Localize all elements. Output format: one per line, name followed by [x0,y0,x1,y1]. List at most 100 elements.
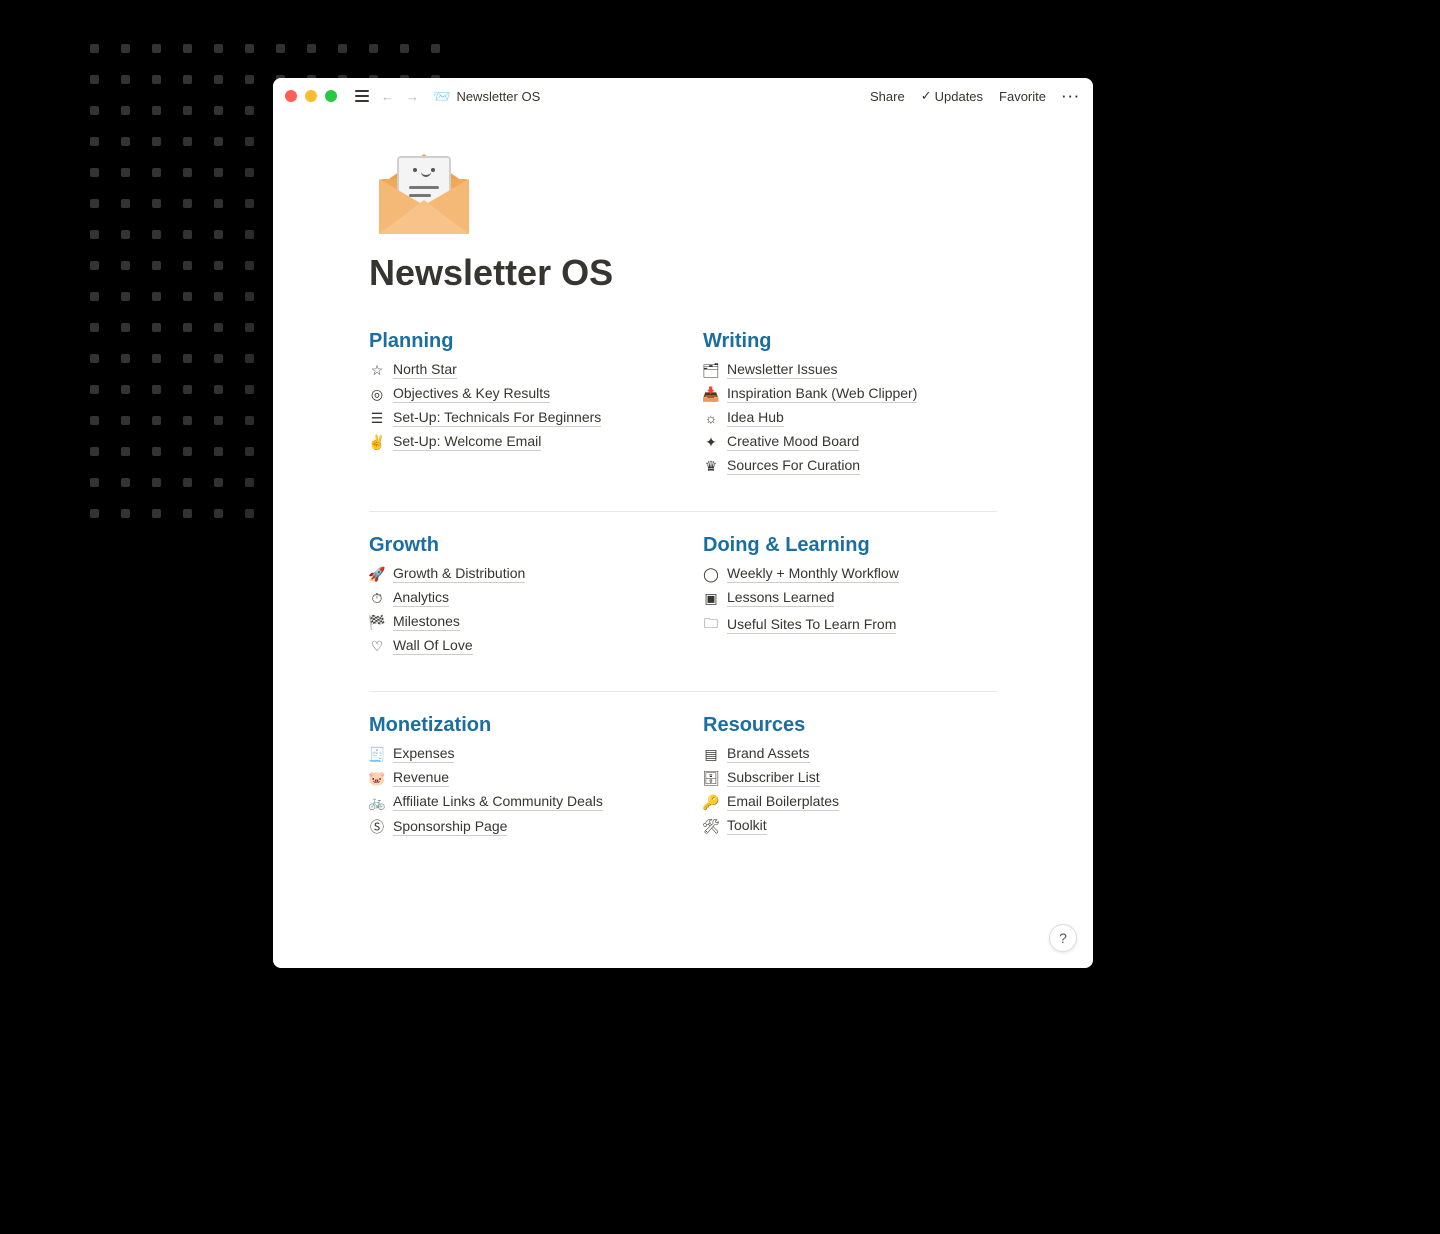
page-link[interactable]: ⏱ Analytics [369,589,663,607]
link-icon: ♡ [369,638,385,655]
maximize-window-button[interactable] [325,90,337,102]
link-label: Idea Hub [727,409,784,427]
link-icon: 🗂 [703,362,719,379]
page-link[interactable]: ✦ Creative Mood Board [703,433,997,451]
page-link[interactable]: 🗀Useful Sites To Learn From [703,613,997,637]
link-icon: ♛ [703,458,719,475]
link-label: Revenue [393,769,449,787]
link-icon: ⏱ [369,590,385,607]
link-icon: ✦ [703,434,719,451]
page-link[interactable]: 🐷 Revenue [369,769,663,787]
envelope-icon [369,134,479,244]
link-icon: 🛠 [703,818,719,835]
nav-forward-button[interactable]: → [404,89,421,104]
nav-back-button[interactable]: ← [379,89,396,104]
section-heading: Resources [703,714,997,737]
breadcrumb-title: Newsletter OS [456,89,540,104]
updates-button[interactable]: ✓ Updates [921,88,983,104]
link-label: Milestones [393,613,460,631]
link-label: Useful Sites To Learn From [727,616,896,634]
link-label: Sponsorship Page [393,818,507,836]
link-label: Brand Assets [727,745,810,763]
page-link[interactable]: 🔑 Email Boilerplates [703,793,997,811]
link-label: Analytics [393,589,449,607]
link-icon: 🏁 [369,614,385,631]
link-label: Set-Up: Welcome Email [393,433,541,451]
link-label: North Star [393,361,457,379]
section-heading: Planning [369,330,663,353]
page-link[interactable]: ▣ Lessons Learned [703,589,997,607]
page-link[interactable]: 🚀 Growth & Distribution [369,565,663,583]
app-window: ← → 📨 Newsletter OS Share ✓ Updates Favo… [273,78,1093,968]
link-icon: ◎ [369,386,385,403]
link-label: Expenses [393,745,454,763]
page-link[interactable]: 🏁 Milestones [369,613,663,631]
more-menu-icon[interactable]: ··· [1062,89,1081,104]
section-heading: Growth [369,534,663,557]
page-title: Newsletter OS [369,252,997,294]
link-label: Lessons Learned [727,589,834,607]
help-button[interactable]: ? [1049,924,1077,952]
favorite-button[interactable]: Favorite [999,89,1046,104]
topbar-actions: Share ✓ Updates Favorite ··· [870,88,1081,104]
page-content: Newsletter OS Planning ☆ North Star ◎ Objec… [273,114,1093,968]
section-planning: Planning ☆ North Star ◎ Objectives & Key Re… [369,330,663,475]
divider [369,511,997,512]
link-label: Weekly + Monthly Workflow [727,565,899,583]
breadcrumb[interactable]: 📨 Newsletter OS [433,88,540,105]
link-icon: 🔑 [703,794,719,811]
page-link[interactable]: 📥Inspiration Bank (Web Clipper) [703,385,997,403]
sections-grid: Planning ☆ North Star ◎ Objectives & Key Re… [369,330,997,859]
link-label: Objectives & Key Results [393,385,550,403]
page-link[interactable]: ☰ Set-Up: Technicals For Beginners [369,409,663,427]
link-icon: ◯ [703,566,719,583]
section-heading: Monetization [369,714,663,737]
page-link[interactable]: ☼Idea Hub [703,409,997,427]
page-link[interactable]: 🚲 Affiliate Links & Community Deals [369,793,663,811]
page-link[interactable]: 🛠 Toolkit [703,817,997,835]
link-icon: 🗄 [703,770,719,787]
link-label: Email Boilerplates [727,793,839,811]
link-label: Affiliate Links & Community Deals [393,793,603,811]
section-writing: Writing 🗂Newsletter Issues 📥Inspiration B… [703,330,997,475]
close-window-button[interactable] [285,90,297,102]
page-link[interactable]: ✌ Set-Up: Welcome Email [369,433,663,451]
section-resources: Resources ▤ Brand Assets 🗄 Subscriber List 🔑… [703,714,997,837]
page-link[interactable]: ◯ Weekly + Monthly Workflow [703,565,997,583]
share-button[interactable]: Share [870,89,905,104]
section-monetization: Monetization 🧾 Expenses 🐷 Revenue 🚲 Affiliate… [369,714,663,837]
page-link[interactable]: ⓈSponsorship Page [369,817,663,837]
link-icon: ▣ [703,590,719,607]
page-link[interactable]: 🧾 Expenses [369,745,663,763]
link-icon: ✌ [369,434,385,451]
page-icon[interactable] [369,134,997,244]
link-icon: ☆ [369,362,385,379]
link-label: Creative Mood Board [727,433,859,451]
link-label: Subscriber List [727,769,820,787]
link-icon: 🧾 [369,746,385,763]
page-link[interactable]: 🗂Newsletter Issues [703,361,997,379]
section-growth: Growth 🚀 Growth & Distribution ⏱ Analytics 🏁… [369,534,663,655]
section-heading: Writing [703,330,997,353]
page-link[interactable]: ▤ Brand Assets [703,745,997,763]
page-link[interactable]: ♛ Sources For Curation [703,457,997,475]
link-label: Set-Up: Technicals For Beginners [393,409,601,427]
link-icon: 🐷 [369,770,385,787]
titlebar: ← → 📨 Newsletter OS Share ✓ Updates Favo… [273,78,1093,114]
window-controls [285,90,337,102]
link-icon: ▤ [703,746,719,763]
link-icon: 🚀 [369,566,385,583]
page-link[interactable]: ♡Wall Of Love [369,637,663,655]
minimize-window-button[interactable] [305,90,317,102]
link-icon: 🚲 [369,794,385,811]
page-link[interactable]: 🗄 Subscriber List [703,769,997,787]
page-link[interactable]: ☆ North Star [369,361,663,379]
link-label: Sources For Curation [727,457,860,475]
section-heading: Doing & Learning [703,534,997,557]
link-label: Toolkit [727,817,767,835]
link-label: Growth & Distribution [393,565,525,583]
link-icon: ☰ [369,410,385,427]
page-link[interactable]: ◎ Objectives & Key Results [369,385,663,403]
updates-label: Updates [935,89,983,104]
sidebar-toggle-icon[interactable] [355,90,369,102]
